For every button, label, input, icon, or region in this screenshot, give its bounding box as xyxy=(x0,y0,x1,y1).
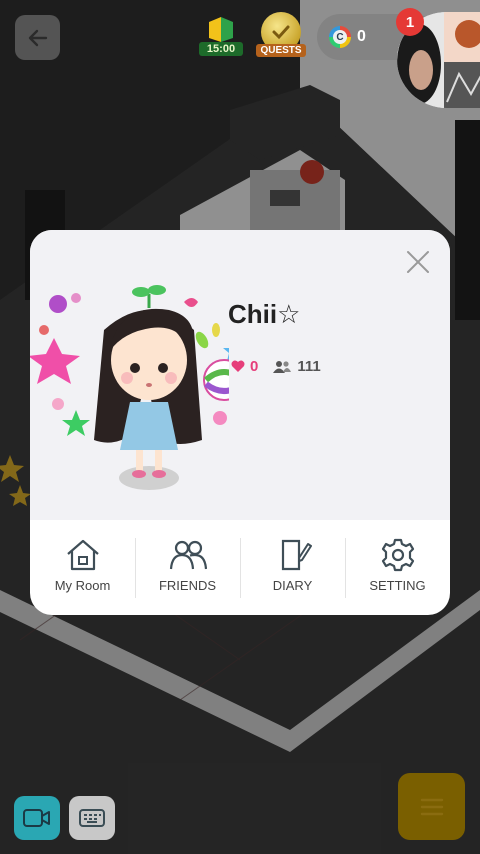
friends-icon xyxy=(169,540,207,569)
diary-label: DIARY xyxy=(272,577,313,593)
video-camera-icon xyxy=(23,809,50,827)
profile-stats: 0 111 xyxy=(231,358,321,375)
friends-count: 111 xyxy=(297,358,321,375)
coin-icon: C xyxy=(329,26,351,48)
profile-actions: My Room FRIENDS DIARY SETTING xyxy=(30,520,450,615)
timer-badge[interactable]: 15:00 xyxy=(193,14,249,60)
my-room-button[interactable]: My Room xyxy=(30,538,135,598)
heart-icon xyxy=(231,360,245,372)
beginner-leaf-icon xyxy=(209,17,233,42)
likes-count: 0 xyxy=(250,358,259,375)
close-icon[interactable] xyxy=(406,250,430,274)
keyboard-button[interactable] xyxy=(69,796,115,840)
profile-name: Chii☆ xyxy=(228,299,301,329)
friends-button[interactable]: FRIENDS xyxy=(135,537,240,598)
profile-popup: Chii☆ 0 111 My Room FRIENDS DIARY SETTIN… xyxy=(30,230,450,615)
hamburger-icon xyxy=(420,798,443,815)
arrow-left-icon xyxy=(28,29,47,46)
timer-text: 15:00 xyxy=(198,42,244,56)
diary-icon xyxy=(281,539,312,570)
quests-label: QUESTS xyxy=(256,44,306,57)
character-avatar[interactable] xyxy=(30,260,229,500)
menu-button[interactable] xyxy=(398,773,465,840)
back-button[interactable] xyxy=(15,15,60,60)
coin-value: 0 xyxy=(357,28,366,45)
setting-button[interactable]: SETTING xyxy=(345,537,450,598)
notification-badge: 1 xyxy=(396,8,424,36)
diary-button[interactable]: DIARY xyxy=(240,537,345,598)
friends-label: FRIENDS xyxy=(158,577,217,593)
video-call-button[interactable] xyxy=(14,796,60,840)
gear-icon xyxy=(381,538,414,571)
keyboard-icon xyxy=(79,809,105,827)
likes-stat[interactable]: 0 xyxy=(231,358,258,375)
my-room-label: My Room xyxy=(54,577,111,593)
house-icon xyxy=(66,539,99,570)
friends-stat[interactable]: 111 xyxy=(272,358,321,375)
quests-button[interactable]: QUESTS xyxy=(256,12,306,62)
people-icon xyxy=(273,360,292,373)
setting-label: SETTING xyxy=(369,577,426,593)
